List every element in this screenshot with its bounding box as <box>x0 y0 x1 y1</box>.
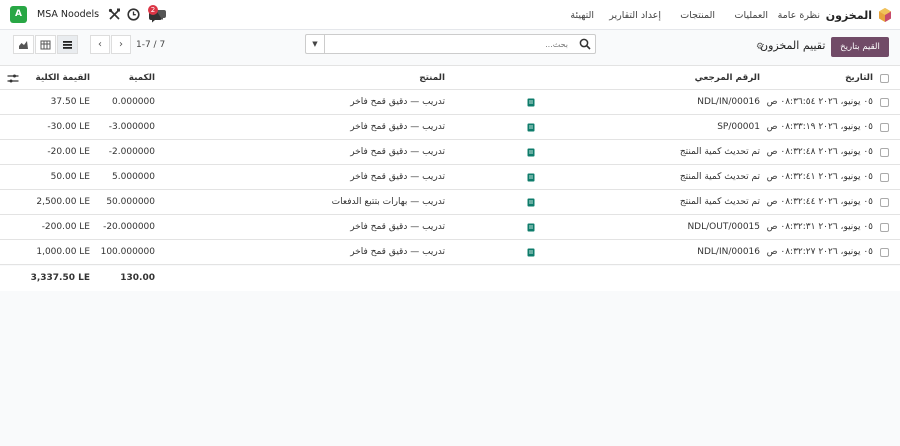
area-chart-icon <box>19 41 28 49</box>
select-all-checkbox[interactable] <box>880 74 889 83</box>
document-icon[interactable] <box>527 98 535 107</box>
row-date: ٠٥ يونيو، ٢٠٢٦ ٠٨:٣٦:٥٤ ص <box>766 97 873 107</box>
row-date: ٠٥ يونيو، ٢٠٢٦ ٠٨:٣٢:٢٧ ص <box>766 247 873 257</box>
document-icon[interactable] <box>527 248 535 257</box>
row-total-value: 1,000.00 LE <box>36 247 90 257</box>
menu-overview[interactable]: نظرة عامة <box>778 10 820 21</box>
row-checkbox[interactable] <box>880 98 889 107</box>
row-product: تدريب — دقيق قمح فاخر <box>350 222 445 232</box>
row-date: ٠٥ يونيو، ٢٠٢٦ ٠٨:٣٢:٣١ ص <box>766 222 873 232</box>
row-reference: NDL/OUT/00015 <box>687 222 760 232</box>
table-footer-totals: 130.00 3,337.50 LE <box>0 266 900 291</box>
document-icon[interactable] <box>527 148 535 157</box>
header-total-value[interactable]: القيمة الكلية <box>10 66 91 91</box>
search-bar: ▼ <box>305 34 596 54</box>
row-reference: NDL/IN/00016 <box>697 97 760 107</box>
row-checkbox[interactable] <box>880 148 889 157</box>
row-total-value: -200.00 LE <box>41 222 90 232</box>
pivot-view-button[interactable] <box>35 35 56 54</box>
row-quantity: 50.000000 <box>106 197 155 207</box>
header-date[interactable]: التاريخ <box>763 66 873 91</box>
row-quantity: -3.000000 <box>108 122 155 132</box>
graph-view-button[interactable] <box>13 35 34 54</box>
search-options-toggle[interactable]: ▼ <box>306 35 325 53</box>
user-avatar[interactable]: A <box>10 6 27 23</box>
row-quantity: -20.000000 <box>103 222 155 232</box>
row-reference: SP/00001 <box>717 122 760 132</box>
app-name[interactable]: المخزون <box>826 9 872 22</box>
tools-icon[interactable] <box>108 8 121 21</box>
header-product[interactable]: المنتج <box>245 66 445 91</box>
row-date: ٠٥ يونيو، ٢٠٢٦ ٠٨:٣٢:٤٤ ص <box>766 197 873 207</box>
page-title: تقييم المخزون <box>760 39 826 52</box>
table-row[interactable]: ٠٥ يونيو، ٢٠٢٦ ٠٨:٣٢:٤٨ ص تم تحديث كمية … <box>0 140 900 165</box>
column-settings-icon[interactable] <box>6 74 20 83</box>
row-product: تدريب — دقيق قمح فاخر <box>350 247 445 257</box>
document-icon[interactable] <box>527 123 535 132</box>
table-row[interactable]: ٠٥ يونيو، ٢٠٢٦ ٠٨:٣٦:٥٤ ص NDL/IN/00016 ت… <box>0 90 900 115</box>
pager-prev-button[interactable]: ‹ <box>90 35 110 54</box>
row-date: ٠٥ يونيو، ٢٠٢٦ ٠٨:٣٢:٤٨ ص <box>766 147 873 157</box>
clock-icon[interactable] <box>127 8 140 21</box>
row-checkbox[interactable] <box>880 173 889 182</box>
list-view-button[interactable] <box>57 35 78 54</box>
row-reference: NDL/IN/00016 <box>697 247 760 257</box>
row-checkbox[interactable] <box>880 248 889 257</box>
row-product: تدريب — دقيق قمح فاخر <box>350 172 445 182</box>
header-reference[interactable]: الرقم المرجعي <box>600 66 760 91</box>
search-input[interactable] <box>328 37 568 51</box>
search-icon[interactable] <box>579 38 591 50</box>
row-date: ٠٥ يونيو، ٢٠٢٦ ٠٨:٣٣:١٩ ص <box>766 122 873 132</box>
total-value: 3,337.50 LE <box>30 273 90 283</box>
table-header: التاريخ الرقم المرجعي المنتج الكمية القي… <box>0 65 900 90</box>
row-product: تدريب — دقيق قمح فاخر <box>350 97 445 107</box>
row-quantity: 5.000000 <box>112 172 155 182</box>
row-total-value: -20.00 LE <box>47 147 90 157</box>
company-switcher[interactable]: MSA Noodels <box>37 9 99 20</box>
header-quantity[interactable]: الكمية <box>100 66 155 91</box>
document-icon[interactable] <box>527 223 535 232</box>
row-quantity: 0.000000 <box>112 97 155 107</box>
table-row[interactable]: ٠٥ يونيو، ٢٠٢٦ ٠٨:٣٣:١٩ ص SP/00001 تدريب… <box>0 115 900 140</box>
row-product: تدريب — دقيق قمح فاخر <box>350 147 445 157</box>
value-at-date-button[interactable]: القيم بتاريخ <box>831 37 889 57</box>
row-reference: تم تحديث كمية المنتج <box>679 172 760 182</box>
pager-next-button[interactable]: › <box>111 35 131 54</box>
pivot-icon <box>40 40 51 50</box>
menu-reporting[interactable]: إعداد التقارير <box>609 10 661 21</box>
row-checkbox[interactable] <box>880 198 889 207</box>
row-quantity: 100.000000 <box>100 247 155 257</box>
row-total-value: 50.00 LE <box>50 172 90 182</box>
row-reference: تم تحديث كمية المنتج <box>679 147 760 157</box>
table-row[interactable]: ٠٥ يونيو، ٢٠٢٦ ٠٨:٣٢:٤٤ ص تم تحديث كمية … <box>0 190 900 215</box>
list-icon <box>63 41 72 49</box>
row-checkbox[interactable] <box>880 123 889 132</box>
document-icon[interactable] <box>527 173 535 182</box>
row-quantity: -2.000000 <box>108 147 155 157</box>
notification-badge: 2 <box>148 5 158 15</box>
menu-products[interactable]: المنتجات <box>680 10 715 21</box>
menu-operations[interactable]: العمليات <box>735 10 768 21</box>
row-total-value: 37.50 LE <box>50 97 90 107</box>
row-product: تدريب — بهارات بتتبع الدفعات <box>331 197 445 207</box>
row-reference: تم تحديث كمية المنتج <box>679 197 760 207</box>
row-total-value: -30.00 LE <box>47 122 90 132</box>
inventory-app-icon[interactable] <box>878 8 892 22</box>
row-date: ٠٥ يونيو، ٢٠٢٦ ٠٨:٣٢:٤١ ص <box>766 172 873 182</box>
row-total-value: 2,500.00 LE <box>36 197 90 207</box>
top-navbar: المخزون نظرة عامة العمليات المنتجات إعدا… <box>0 0 900 30</box>
row-checkbox[interactable] <box>880 223 889 232</box>
total-quantity: 130.00 <box>120 273 155 283</box>
table-row[interactable]: ٠٥ يونيو، ٢٠٢٦ ٠٨:٣٢:٢٧ ص NDL/IN/00016 ت… <box>0 240 900 265</box>
table-row[interactable]: ٠٥ يونيو، ٢٠٢٦ ٠٨:٣٢:٣١ ص NDL/OUT/00015 … <box>0 215 900 240</box>
menu-configuration[interactable]: التهيئة <box>570 10 594 21</box>
pager-value[interactable]: 1-7 / 7 <box>136 40 165 50</box>
document-icon[interactable] <box>527 198 535 207</box>
row-product: تدريب — دقيق قمح فاخر <box>350 122 445 132</box>
table-row[interactable]: ٠٥ يونيو، ٢٠٢٦ ٠٨:٣٢:٤١ ص تم تحديث كمية … <box>0 165 900 190</box>
gear-icon[interactable]: ⚙ <box>756 42 764 52</box>
